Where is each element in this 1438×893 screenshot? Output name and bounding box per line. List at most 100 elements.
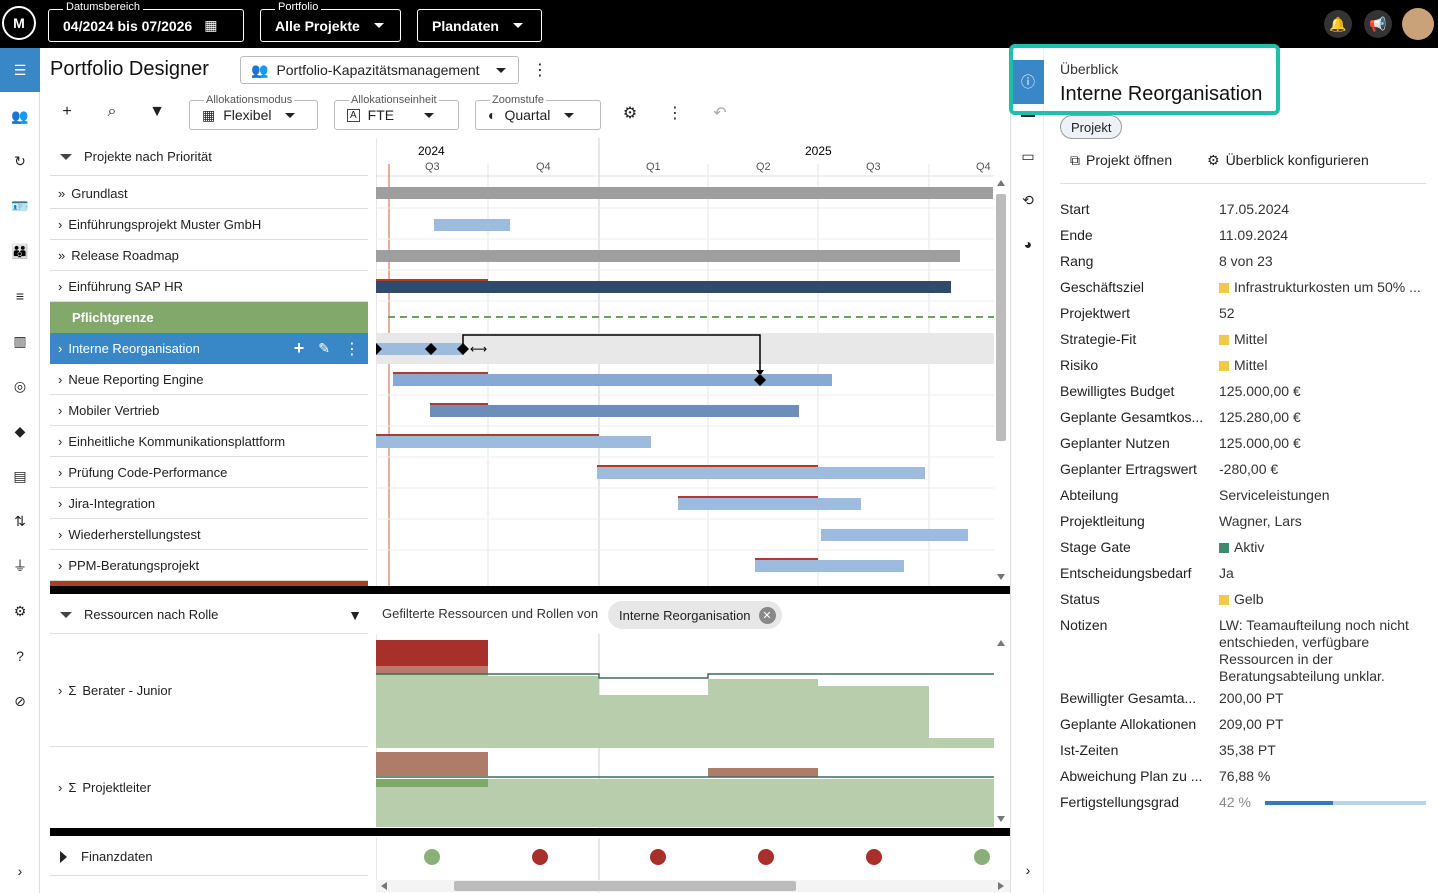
help-icon[interactable]: ? (0, 641, 40, 671)
chevron-right-icon[interactable]: › (0, 856, 40, 886)
project-row[interactable]: › Prüfung Code-Performance (50, 457, 368, 488)
settings-icon[interactable]: ⚙ (620, 103, 640, 123)
capacity-chart (376, 634, 1005, 828)
document-icon[interactable]: ▤ (0, 461, 40, 491)
refresh-icon[interactable]: ↻ (0, 146, 40, 176)
date-range-select[interactable]: Datumsbereich 04/2024 bis 07/2026 ▦ (48, 1, 244, 42)
add-icon[interactable]: + (294, 338, 305, 359)
plug-icon[interactable]: ⏚ (0, 551, 40, 581)
badge-icon[interactable]: 🪪 (0, 191, 40, 221)
alloc-unit-select[interactable]: Allokationseinheit A FTE (334, 94, 459, 130)
target-icon[interactable]: ◎ (0, 371, 40, 401)
field-value: Serviceleistungen (1219, 487, 1429, 503)
alloc-mode-select[interactable]: Allokationsmodus ▦ Flexibel (189, 94, 318, 130)
gear-icon[interactable]: ⚙ (0, 596, 40, 626)
zoom-select[interactable]: Zoomstufe ◐ Quartal (475, 94, 601, 130)
field-value-text: 209,00 PT (1219, 716, 1284, 732)
gantt-menu-icon[interactable]: ☰ (0, 48, 40, 92)
capacity-bar (599, 695, 708, 748)
chevron-right-icon: › (58, 557, 63, 573)
more-vert-icon[interactable]: ⋮ (344, 339, 360, 359)
project-row[interactable]: » Grundlast (50, 178, 368, 209)
quarter-label: Q2 (756, 161, 771, 173)
field-label: Status (1060, 591, 1100, 607)
project-row[interactable]: › PPM-Beratungsprojekt (50, 550, 368, 581)
megaphone-icon[interactable]: 📢 (1364, 10, 1392, 38)
resource-row[interactable]: › Σ Berater - Junior (50, 683, 368, 698)
project-row[interactable]: › Einführungsprojekt Muster GmbH (50, 209, 368, 240)
project-label: Jira-Integration (68, 495, 156, 511)
vertical-scrollbar (996, 194, 1006, 441)
sort-icon[interactable]: ⇅ (0, 506, 40, 536)
feedback-icon[interactable]: ▭ (1011, 148, 1045, 165)
chevron-down-icon (285, 112, 296, 118)
quarter-label: Q4 (536, 161, 551, 173)
project-row[interactable]: » Release Roadmap (50, 240, 368, 271)
resource-row[interactable]: › Σ Projektleiter (50, 780, 368, 795)
app-logo[interactable]: M (2, 6, 36, 40)
gantt-bar (393, 374, 832, 386)
status-dot (424, 849, 440, 865)
gantt-bar (376, 343, 464, 355)
compass-icon[interactable]: ⊘ (0, 686, 40, 716)
project-row-selected[interactable]: › Interne Reorganisation + ✎ ⋮ (50, 333, 368, 364)
gantt-bar (597, 467, 925, 479)
field-value-text: Mittel (1234, 357, 1268, 373)
add-icon[interactable]: + (57, 103, 77, 121)
project-row[interactable]: › Mobiler Vertrieb (50, 395, 368, 426)
project-row[interactable]: › Einführung SAP HR (50, 271, 368, 302)
search-icon[interactable]: ⌕ (102, 103, 122, 121)
project-label: Einführung SAP HR (68, 278, 184, 294)
overload-bar (708, 768, 818, 777)
board-icon[interactable]: ▥ (0, 326, 40, 356)
zoom-icon: ◐ (488, 107, 497, 123)
filter-chip[interactable]: Interne Reorganisation ✕ (608, 601, 782, 629)
project-row[interactable]: › Neue Reporting Engine (50, 364, 368, 395)
chevron-right-icon[interactable]: › (1011, 862, 1045, 878)
history-icon[interactable]: ⟲ (1011, 192, 1045, 209)
gantt-bar (376, 187, 993, 199)
bell-icon[interactable]: 🔔 (1324, 10, 1352, 38)
progress-fill (1265, 801, 1333, 805)
undo-icon[interactable]: ↶ (710, 103, 730, 123)
avatar[interactable] (1402, 8, 1434, 40)
field-value: Mittel (1219, 357, 1429, 373)
alloc-unit-value: FTE (367, 107, 395, 123)
year-label: 2024 (418, 144, 445, 158)
edit-icon[interactable]: ✎ (318, 340, 330, 357)
chevron-right-icon: › (58, 683, 63, 698)
filter-icon[interactable]: ▼ (348, 607, 362, 623)
portfolio-select[interactable]: Portfolio Alle Projekte (260, 1, 401, 42)
open-project-link[interactable]: ⧉ Projekt öffnen (1070, 152, 1172, 169)
field-value: 125.000,00 € (1219, 435, 1429, 451)
status-dot (532, 849, 548, 865)
field-label: Projektwert (1060, 305, 1131, 321)
palette-icon[interactable]: ◕ (1011, 236, 1045, 252)
more-vert-icon[interactable]: ⋮ (532, 60, 548, 80)
project-row[interactable]: › Einheitliche Kommunikationsplattform (50, 426, 368, 457)
grid-icon: ▦ (202, 106, 216, 123)
finance-group-header[interactable]: Finanzdaten (50, 838, 368, 876)
splitter[interactable] (50, 828, 1010, 836)
field-value: Ja (1219, 565, 1429, 581)
filter-icon[interactable]: ▼ (147, 103, 167, 121)
group-icon[interactable]: 👪 (0, 236, 40, 266)
chevron-down-icon (564, 112, 575, 118)
more-vert-icon[interactable]: ⋮ (665, 103, 685, 123)
color-swatch (1219, 361, 1229, 372)
resources-group-header[interactable]: Ressourcen nach Rolle ▼ (50, 596, 368, 634)
plandaten-value: Plandaten (432, 17, 499, 34)
field-label: Notizen (1060, 617, 1108, 633)
configure-overview-link[interactable]: ⚙ Überblick konfigurieren (1207, 152, 1369, 169)
gantt-baseline (430, 403, 488, 405)
project-row[interactable]: › Jira-Integration (50, 488, 368, 519)
diamond-icon[interactable]: ◆ (0, 416, 40, 446)
plandaten-select[interactable]: Plandaten (417, 9, 542, 42)
splitter[interactable] (50, 586, 1010, 594)
close-icon[interactable]: ✕ (758, 606, 776, 624)
view-select[interactable]: 👥 Portfolio-Kapazitätsmanagement (240, 56, 519, 84)
project-row[interactable]: › Wiederherstellungstest (50, 519, 368, 550)
list-icon[interactable]: ≡ (0, 281, 40, 311)
projects-group-header[interactable]: Projekte nach Priorität (50, 138, 368, 176)
people-icon[interactable]: 👥 (0, 101, 40, 131)
